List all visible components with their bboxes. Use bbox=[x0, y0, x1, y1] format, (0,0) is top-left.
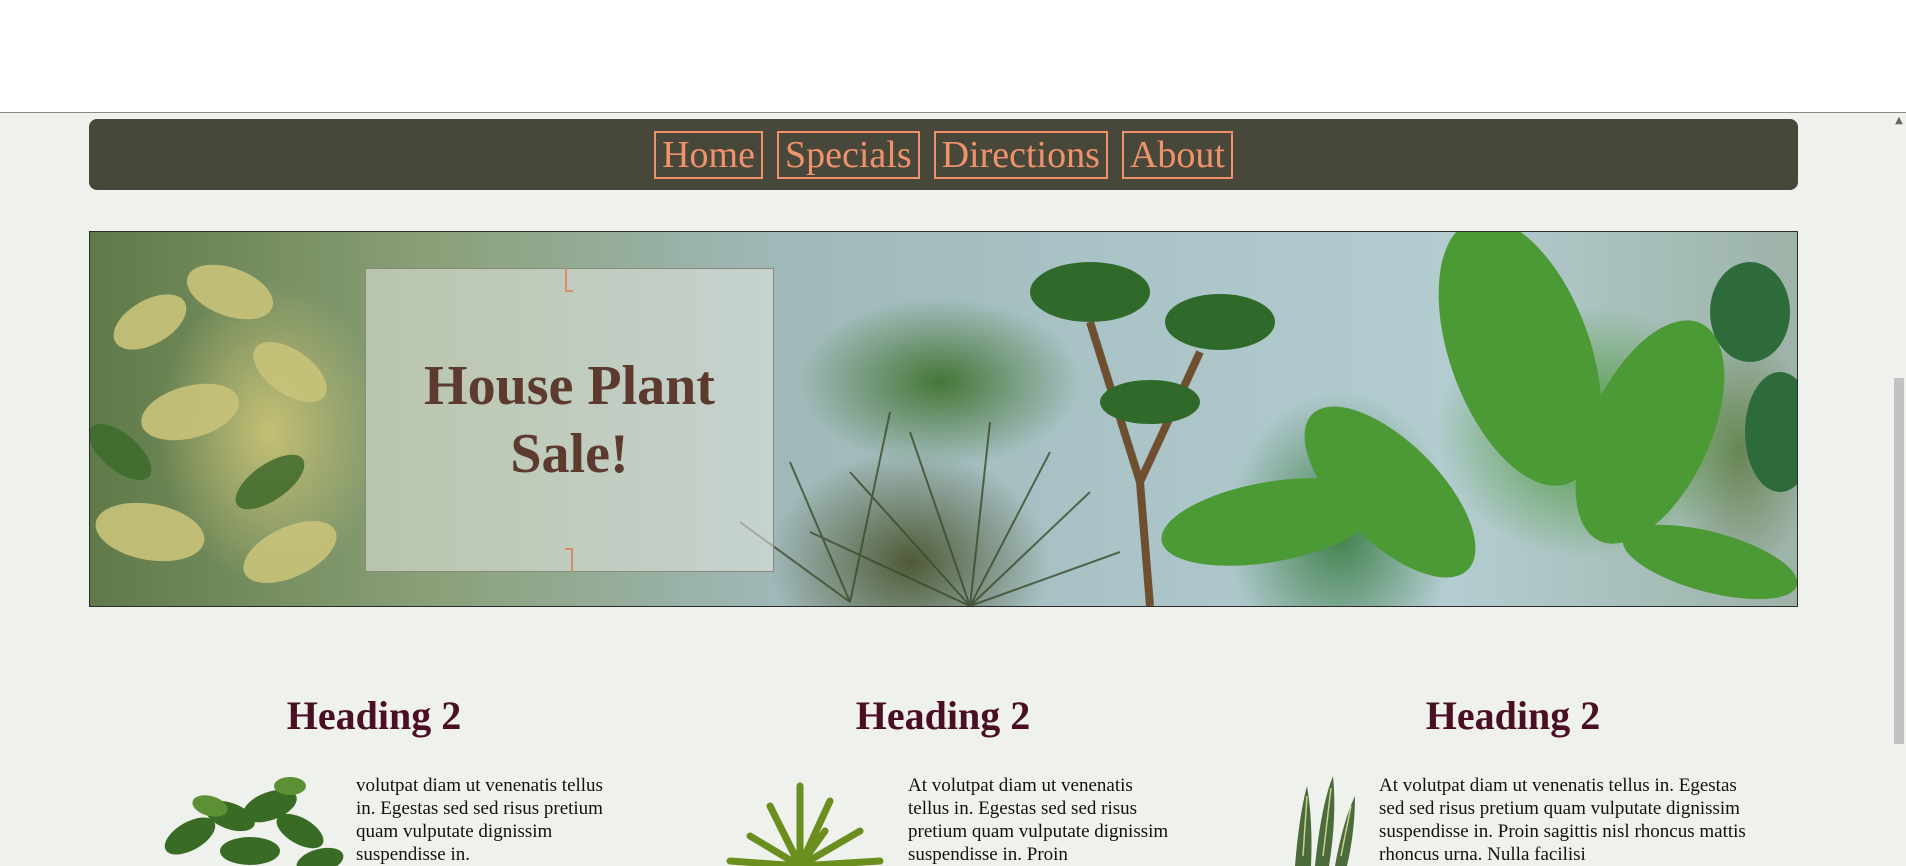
card-heading: Heading 2 bbox=[286, 693, 462, 738]
hero-title-box: House Plant Sale! bbox=[365, 268, 774, 572]
card-text: At volutpat diam ut venenatis tellus in.… bbox=[1379, 775, 1746, 865]
nav-home-link[interactable]: Home bbox=[654, 130, 763, 179]
nav-about-link[interactable]: About bbox=[1121, 130, 1233, 179]
card-heading: Heading 2 bbox=[1425, 693, 1601, 738]
card-text: At volutpat diam ut venenatis tellus in.… bbox=[908, 775, 1169, 865]
scrollbar-thumb[interactable] bbox=[1894, 378, 1904, 744]
hero-title: House Plant Sale! bbox=[424, 355, 715, 485]
decorative-bracket bbox=[565, 548, 573, 572]
card-heading: Heading 2 bbox=[855, 693, 1031, 738]
dracaena-plant-image bbox=[726, 782, 884, 866]
nav-specials-link[interactable]: Specials bbox=[776, 130, 920, 179]
scroll-up-icon[interactable]: ▲ bbox=[1893, 115, 1905, 127]
hero-banner: House Plant Sale! bbox=[89, 231, 1798, 607]
main-nav: Home Specials Directions About bbox=[89, 119, 1798, 190]
browser-top-area bbox=[0, 0, 1906, 113]
hero-plants-image bbox=[90, 232, 1797, 606]
fiddle-leaf-plant-image bbox=[164, 777, 344, 866]
card-text: volutpat diam ut venenatis tellus in. Eg… bbox=[356, 775, 603, 865]
snake-plant-image bbox=[1295, 776, 1355, 866]
decorative-bracket bbox=[565, 268, 573, 292]
nav-directions-link[interactable]: Directions bbox=[933, 130, 1108, 179]
